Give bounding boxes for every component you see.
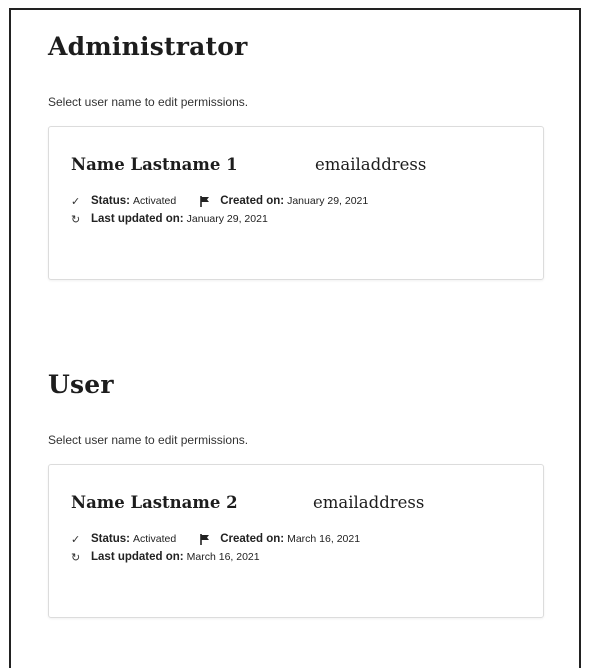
updated-label: Last updated on:: [91, 213, 184, 225]
created-label: Created on:: [220, 533, 285, 545]
status-label: Status:: [91, 533, 130, 545]
administrator-section: Administrator Select user name to edit p…: [48, 30, 544, 280]
check-icon: ✓: [71, 195, 81, 208]
status-value: Activated: [132, 533, 177, 545]
updated-row: ↻ Last updated on: March 16, 2021: [71, 548, 523, 566]
administrator-heading: Administrator: [48, 32, 248, 61]
user-section: User Select user name to edit permission…: [48, 368, 544, 618]
user-heading: User: [48, 370, 114, 399]
flag-icon: [200, 533, 212, 545]
created-value: January 29, 2021: [287, 195, 369, 207]
user-name-link[interactable]: Name Lastname 1: [71, 155, 238, 174]
updated-value: March 16, 2021: [186, 551, 260, 563]
updated-row: ↻ Last updated on: January 29, 2021: [71, 210, 523, 228]
updated-label: Last updated on:: [91, 551, 184, 563]
user-email: emailaddress: [313, 493, 425, 512]
status-created-row: ✓ Status: Activated Created on: March 16…: [71, 530, 523, 548]
user-card-administrator[interactable]: Name Lastname 1 emailaddress ✓ Status: A…: [48, 126, 544, 280]
status-created-row: ✓ Status: Activated Created on: January …: [71, 192, 523, 210]
created-label: Created on:: [220, 195, 285, 207]
status-label: Status:: [91, 195, 130, 207]
user-card-user[interactable]: Name Lastname 2 emailaddress ✓ Status: A…: [48, 464, 544, 618]
status-value: Activated: [132, 195, 177, 207]
user-instructions: Select user name to edit permissions.: [48, 433, 249, 447]
administrator-instructions: Select user name to edit permissions.: [48, 95, 249, 109]
check-icon: ✓: [71, 533, 81, 546]
refresh-icon: ↻: [71, 213, 81, 226]
flag-icon: [200, 195, 212, 207]
refresh-icon: ↻: [71, 551, 81, 564]
updated-value: January 29, 2021: [186, 213, 268, 225]
user-email: emailaddress: [315, 155, 427, 174]
created-value: March 16, 2021: [287, 533, 361, 545]
user-name-link[interactable]: Name Lastname 2: [71, 493, 238, 512]
